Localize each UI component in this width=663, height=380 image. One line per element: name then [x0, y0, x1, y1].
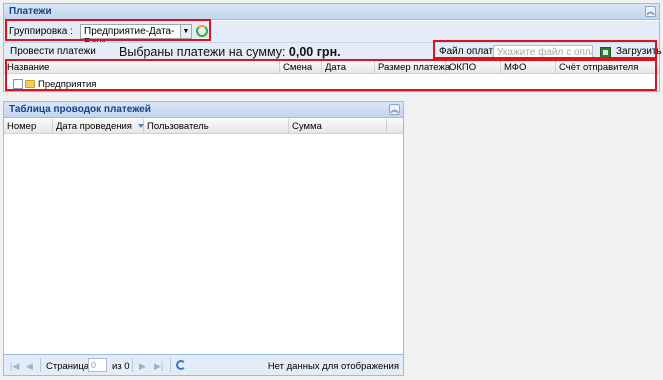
column-amount[interactable]: Сумма — [289, 119, 387, 134]
payments-panel-header: Платежи ︽ — [4, 4, 659, 20]
postings-panel-title: Таблица проводок платежей — [9, 104, 151, 115]
column-posting-date-label: Дата проведения — [56, 121, 132, 132]
separator — [170, 358, 171, 372]
page-number-input[interactable]: 0 — [88, 358, 107, 372]
process-payments-button[interactable]: Провести платежи — [10, 46, 96, 57]
prev-page-icon[interactable]: ◀ — [26, 361, 33, 372]
highlight-grouping — [5, 19, 211, 41]
selected-sum: Выбраны платежи на сумму: 0,00 грн. — [119, 45, 341, 59]
highlight-payments-grid — [5, 59, 657, 91]
first-page-icon[interactable]: |◀ — [10, 361, 19, 372]
column-posting-date[interactable]: Дата проведения — [53, 119, 144, 134]
postings-grid-header: Номер Дата проведения Пользователь Сумма — [4, 119, 403, 134]
highlight-file-upload — [433, 40, 657, 59]
column-number[interactable]: Номер — [4, 119, 53, 134]
last-page-icon[interactable]: ▶| — [154, 361, 163, 372]
postings-panel-header: Таблица проводок платежей ︽ — [4, 102, 403, 118]
next-page-icon[interactable]: ▶ — [139, 361, 146, 372]
page-label: Страница — [46, 361, 90, 372]
empty-message: Нет данных для отображения — [267, 361, 399, 372]
sort-desc-icon — [137, 124, 144, 129]
collapse-icon[interactable]: ︽ — [645, 6, 656, 17]
column-user[interactable]: Пользователь — [144, 119, 289, 134]
page-count: из 0 — [112, 361, 130, 372]
refresh-icon[interactable] — [176, 360, 186, 370]
postings-panel: Таблица проводок платежей ︽ Номер Дата п… — [3, 101, 404, 376]
selected-sum-value: 0,00 грн. — [288, 45, 341, 59]
payments-panel-title: Платежи — [9, 6, 52, 17]
separator — [132, 358, 133, 372]
collapse-icon[interactable]: ︽ — [389, 104, 400, 115]
paging-toolbar: |◀ ◀ Страница 0 из 0 ▶ ▶| Нет данных для… — [4, 354, 403, 375]
separator — [40, 358, 41, 372]
selected-sum-text: Выбраны платежи на сумму: — [119, 45, 286, 59]
